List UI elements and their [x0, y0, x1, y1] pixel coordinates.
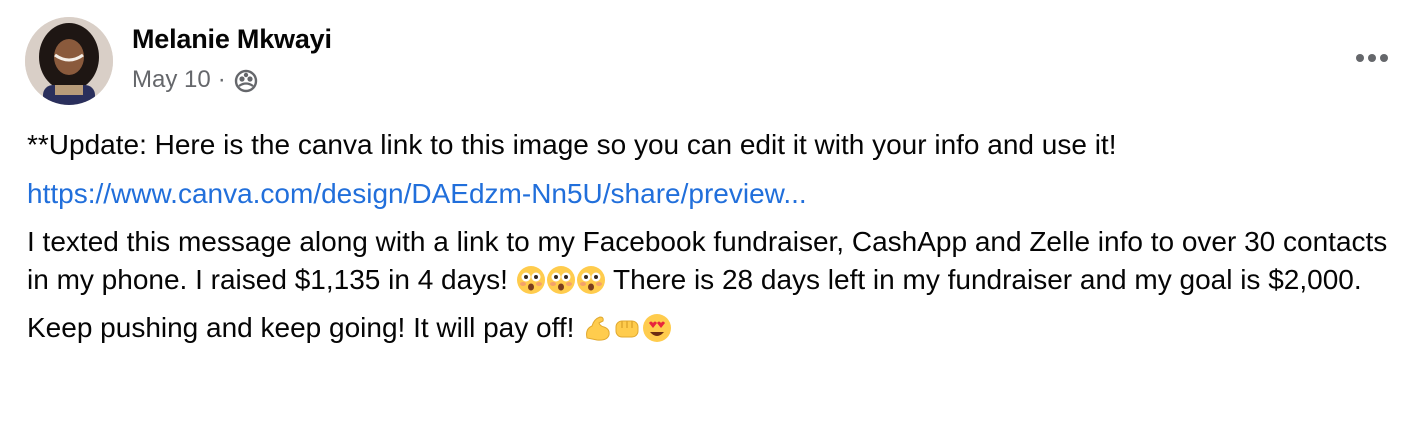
post-body: **Update: Here is the canva link to this… — [27, 126, 1407, 347]
flushed-face-emoji — [576, 266, 605, 294]
update-line: **Update: Here is the canva link to this… — [27, 129, 1117, 160]
facebook-post: Melanie Mkwayi May 10 · **Update: Here i… — [0, 0, 1428, 433]
post-date[interactable]: May 10 — [132, 66, 211, 94]
heart-eyes-emoji — [643, 314, 672, 342]
closing-line: Keep pushing and keep going! It will pay… — [27, 309, 1407, 347]
main-paragraph: I texted this message along with a link … — [27, 223, 1407, 299]
flushed-face-emoji — [516, 266, 545, 294]
meta-separator: · — [217, 66, 226, 93]
friends-icon[interactable] — [233, 67, 259, 93]
avatar-image — [25, 17, 113, 105]
closing-text: Keep pushing and keep going! It will pay… — [27, 312, 575, 343]
more-options-icon[interactable] — [1352, 46, 1392, 70]
canva-link[interactable]: https://www.canva.com/design/DAEdzm-Nn5U… — [27, 178, 807, 209]
flexed-biceps-emoji — [586, 316, 610, 341]
avatar[interactable] — [25, 17, 113, 105]
oncoming-fist-emoji — [615, 320, 639, 338]
main-text-2: There is 28 days left in my fundraiser a… — [613, 264, 1362, 295]
author-name[interactable]: Melanie Mkwayi — [132, 24, 332, 55]
post-meta: May 10 · — [132, 66, 259, 94]
flushed-face-emoji — [546, 266, 575, 294]
